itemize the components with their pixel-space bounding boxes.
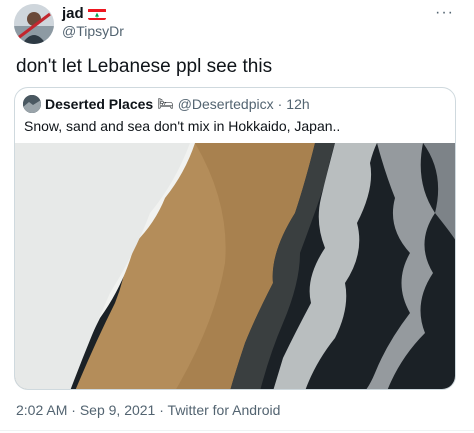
author-handle[interactable]: @TipsyDr xyxy=(62,23,124,39)
bed-emoji-icon: 🛏 xyxy=(157,96,174,111)
quoted-tweet-text: Snow, sand and sea don't mix in Hokkaido… xyxy=(24,118,341,134)
tweet-source[interactable]: Twitter for Android xyxy=(168,402,281,418)
author-name[interactable]: jad xyxy=(62,5,84,22)
dot-separator: · xyxy=(71,402,76,418)
quoted-tweet-header: Deserted Places 🛏 @Desertedpicx · 12h xyxy=(23,95,310,113)
quoted-author-handle[interactable]: @Desertedpicx xyxy=(178,96,274,112)
quoted-author-name[interactable]: Deserted Places xyxy=(45,96,153,112)
tweet: jad @TipsyDr ··· don't let Lebanese ppl … xyxy=(0,0,474,433)
tweet-time[interactable]: 2:02 AM xyxy=(16,402,67,418)
tweet-text: don't let Lebanese ppl see this xyxy=(16,56,273,77)
lebanon-flag-icon xyxy=(87,8,106,20)
tweet-footer: 2:02 AM · Sep 9, 2021 · Twitter for Andr… xyxy=(16,402,280,418)
avatar-photo xyxy=(14,4,54,44)
dot-separator: · xyxy=(159,402,164,418)
divider xyxy=(0,430,474,431)
author-name-row: jad xyxy=(62,5,106,22)
quoted-tweet-card[interactable]: Deserted Places 🛏 @Desertedpicx · 12h Sn… xyxy=(14,87,456,390)
quoted-author-avatar[interactable] xyxy=(23,95,41,113)
author-avatar[interactable] xyxy=(14,4,54,44)
more-options-icon[interactable]: ··· xyxy=(435,4,454,22)
quoted-tweet-image[interactable] xyxy=(15,143,456,390)
tweet-date[interactable]: Sep 9, 2021 xyxy=(80,402,156,418)
quoted-tweet-time[interactable]: 12h xyxy=(286,96,309,112)
dot-separator: · xyxy=(277,96,283,112)
